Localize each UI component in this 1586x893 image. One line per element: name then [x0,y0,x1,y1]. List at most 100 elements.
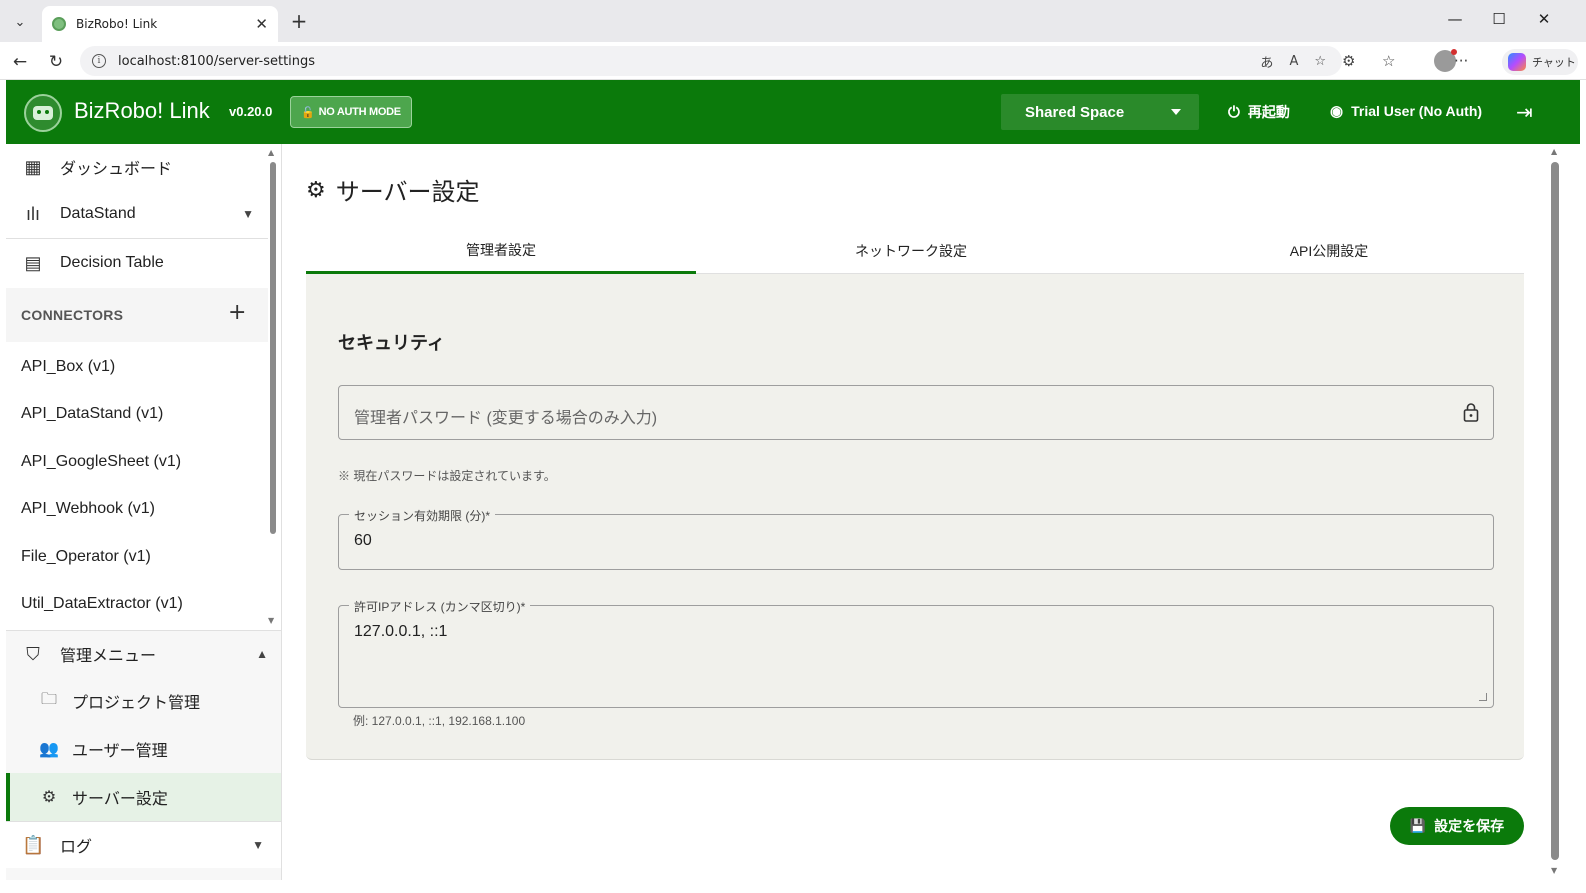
app-header: BizRobo! Link v0.20.0 🔓 NO AUTH MODE Sha… [6,80,1580,144]
session-timeout-value[interactable]: 60 [354,532,372,550]
tab-favicon-icon [52,17,66,31]
bar-chart-icon: ılı [25,203,40,224]
no-auth-label: NO AUTH MODE [318,106,401,118]
sidebar-item-user-management[interactable]: 👥 ユーザー管理 [6,725,281,773]
admin-shield-icon: ⛉ [26,643,40,664]
restart-button[interactable]: ⏻ 再起動 [1228,102,1290,122]
connectors-title: CONNECTORS [21,307,124,323]
sidebar-item-label: Decision Table [60,254,164,271]
chevron-up-icon: ▲ [256,647,268,661]
tab-admin-settings[interactable]: 管理者設定 [306,228,696,274]
space-select[interactable]: Shared Space [1001,94,1199,130]
translate-icon[interactable]: あ [1260,52,1273,71]
allowed-ip-hint: 例: 127.0.0.1, ::1, 192.168.1.100 [353,714,526,728]
sidebar-item-datastand[interactable]: ılı DataStand ▼ [6,190,268,238]
allowed-ip-textarea[interactable]: 許可IPアドレス (カンマ区切り)* 127.0.0.1, ::1 [338,598,1494,708]
main-scroll-down-icon[interactable]: ▼ [1551,866,1557,875]
no-auth-badge: 🔓 NO AUTH MODE [290,96,412,128]
scroll-down-arrow-icon[interactable]: ▼ [268,616,274,625]
connector-item[interactable]: API_Box (v1) [21,358,115,376]
page-title: ⚙ サーバー設定 [306,172,480,207]
copilot-button[interactable]: チャット [1502,49,1578,75]
copilot-label: チャット [1532,56,1576,69]
admin-menu-toggle[interactable]: ⛉ 管理メニュー ▲ [6,631,268,677]
settings-tabs: 管理者設定 ネットワーク設定 API公開設定 [306,228,1524,274]
sidebar-item-label: ダッシュボード [60,161,173,178]
main-content: ⚙ サーバー設定 管理者設定 ネットワーク設定 API公開設定 セキュリティ 管… [282,144,1548,880]
tab-list-chevron-icon[interactable]: ⌄ [6,8,34,36]
chevron-down-icon: ▼ [252,838,264,852]
connector-item[interactable]: API_GoogleSheet (v1) [21,453,181,471]
site-info-icon[interactable]: i [92,54,106,68]
favorite-star-icon[interactable]: ☆ [1314,54,1326,69]
allowed-ip-value[interactable]: 127.0.0.1, ::1 [354,623,447,641]
account-circle-icon: ◉ [1330,103,1344,120]
more-menu-icon[interactable]: ··· [1454,52,1468,70]
user-menu-button[interactable]: ◉ Trial User (No Auth) [1330,102,1482,120]
sidebar-item-dashboard[interactable]: ▦ ダッシュボード [6,144,268,190]
tab-network-settings[interactable]: ネットワーク設定 [716,228,1106,274]
session-timeout-field[interactable]: セッション有効期限 (分)* 60 [338,507,1494,570]
sidebar: ▦ ダッシュボード ılı DataStand ▼ ▤ Decision Tab… [6,144,282,880]
user-label: Trial User (No Auth) [1351,103,1483,119]
connector-item[interactable]: Util_DataExtractor (v1) [21,595,183,613]
section-title: セキュリティ [338,333,445,353]
admin-menu-label: 管理メニュー [60,648,157,665]
add-connector-plus-icon[interactable]: + [228,300,246,325]
minimize-icon[interactable]: — [1440,10,1470,28]
browser-tab[interactable]: BizRobo! Link ✕ [42,6,278,42]
main-scrollbar-thumb[interactable] [1551,162,1559,860]
settings-panel: セキュリティ 管理者パスワード (変更する場合のみ入力) ※ 現在パスワードは設… [306,274,1524,760]
resize-handle-icon[interactable] [1479,693,1487,701]
save-settings-label: 設定を保存 [1434,818,1505,834]
browser-toolbar: ← ↻ i localhost:8100/server-settings あ A… [0,42,1586,80]
sidebar-item-server-settings[interactable]: ⚙ サーバー設定 [6,773,281,821]
chevron-down-icon: ▼ [242,207,254,221]
connector-item[interactable]: File_Operator (v1) [21,548,151,566]
connectors-header: CONNECTORS + [6,288,268,342]
space-select-value: Shared Space [1025,103,1125,121]
clipboard-icon: 📋 [22,834,45,855]
new-tab-plus-icon[interactable]: + [286,8,312,34]
sidebar-item-label: プロジェクト管理 [72,695,201,712]
save-settings-button[interactable]: 💾 設定を保存 [1390,807,1524,845]
back-arrow-icon[interactable]: ← [8,50,32,74]
tab-close-icon[interactable]: ✕ [255,15,268,33]
tab-api-settings[interactable]: API公開設定 [1134,228,1524,274]
power-icon: ⏻ [1228,103,1240,121]
sidebar-item-decision-table[interactable]: ▤ Decision Table [6,239,268,287]
floppy-disk-icon: 💾 [1409,818,1427,833]
tab-title: BizRobo! Link [76,17,158,31]
window-close-icon[interactable]: ✕ [1529,10,1559,28]
admin-password-field[interactable]: 管理者パスワード (変更する場合のみ入力) [338,385,1494,440]
maximize-icon[interactable]: ☐ [1484,10,1514,28]
folder-user-icon: 🗀 [40,690,57,708]
sidebar-item-label: ログ [60,839,93,856]
allowed-ip-label: 許可IPアドレス (カンマ区切り)* [349,598,531,615]
main-scroll-up-icon[interactable]: ▲ [1551,147,1557,156]
extensions-icon[interactable]: ⚙ [1342,52,1355,70]
read-aloud-icon[interactable]: A [1289,54,1298,69]
table-icon: ▤ [24,252,42,273]
lock-icon[interactable] [1463,402,1479,422]
sidebar-item-log[interactable]: 📋 ログ ▼ [6,822,281,868]
address-bar[interactable]: i localhost:8100/server-settings あ A ☆ [80,46,1342,76]
sidebar-item-label: サーバー設定 [72,791,168,808]
gear-icon: ⚙ [306,176,326,202]
url-text[interactable]: localhost:8100/server-settings [118,54,1260,69]
favorites-icon[interactable]: ☆ [1382,52,1395,70]
sidebar-item-project-management[interactable]: 🗀 プロジェクト管理 [6,677,281,725]
gear-icon: ⚙ [41,789,57,806]
password-placeholder: 管理者パスワード (変更する場合のみ入力) [354,410,658,427]
scroll-up-arrow-icon[interactable]: ▲ [268,148,274,157]
connector-item[interactable]: API_DataStand (v1) [21,405,163,423]
sidebar-item-label: DataStand [60,205,136,222]
copilot-icon [1508,53,1526,71]
logout-icon[interactable]: ⇥ [1516,100,1533,124]
sidebar-scrollbar-thumb[interactable] [270,162,276,534]
reload-icon[interactable]: ↻ [44,50,68,74]
connector-item[interactable]: API_Webhook (v1) [21,500,155,518]
admin-menu-section: ⛉ 管理メニュー ▲ 🗀 プロジェクト管理 👥 ユーザー管理 ⚙ サーバー設定 … [6,630,281,880]
dashboard-icon: ▦ [24,156,42,177]
sidebar-item-label: ユーザー管理 [72,743,168,760]
